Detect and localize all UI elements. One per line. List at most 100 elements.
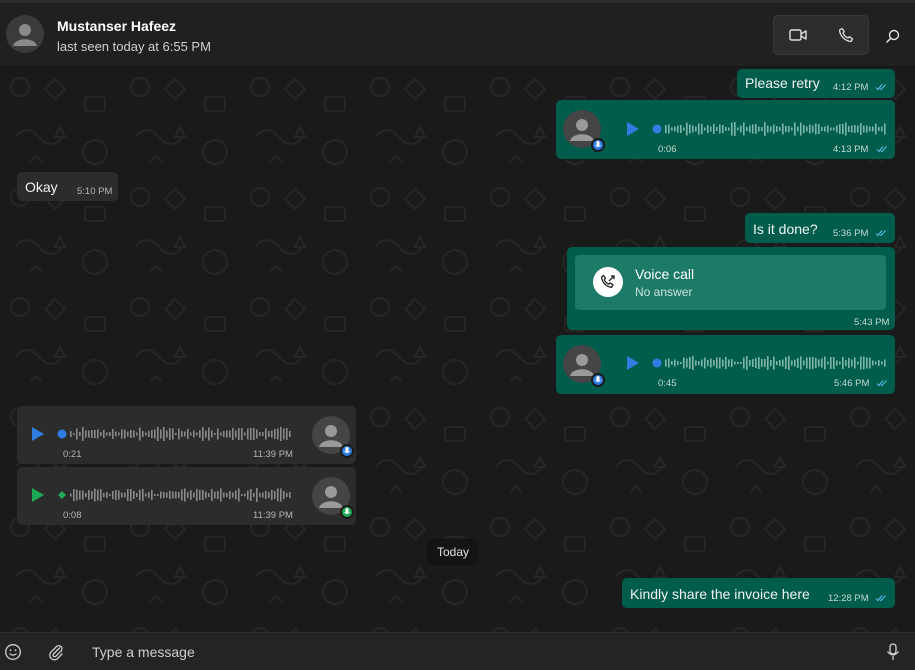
waveform-bar: [262, 432, 264, 436]
waveform-bar: [151, 490, 153, 500]
call-log-message[interactable]: Voice call No answer 5:43 PM: [567, 247, 895, 330]
waveform-bar: [100, 489, 102, 501]
outgoing-message[interactable]: Please retry 4:12 PM: [737, 69, 895, 98]
waveform-bar: [130, 489, 132, 501]
voice-waveform[interactable]: [57, 488, 293, 502]
waveform-bar: [256, 488, 258, 502]
waveform-bar: [875, 361, 877, 365]
play-icon[interactable]: [31, 488, 45, 502]
waveform-bar: [226, 430, 228, 438]
waveform-bar: [229, 491, 231, 499]
playback-head[interactable]: [652, 358, 662, 368]
waveform-bar: [833, 127, 835, 131]
voice-waveform[interactable]: [652, 122, 888, 136]
outgoing-voice-message[interactable]: 0:45 5:46 PM: [556, 335, 895, 394]
outgoing-message[interactable]: Is it done? 5:36 PM: [745, 213, 895, 243]
play-icon[interactable]: [626, 356, 640, 370]
waveform-bar: [91, 491, 93, 499]
sender-avatar: [312, 416, 354, 458]
waveform-bar: [253, 428, 255, 440]
waveform-bar: [800, 356, 802, 370]
waveform-bar: [842, 124, 844, 134]
video-call-button[interactable]: [774, 16, 822, 54]
waveform-bar: [109, 432, 111, 436]
waveform-bar: [665, 125, 667, 133]
waveform-bar: [767, 125, 769, 133]
waveform-bar: [881, 126, 883, 132]
waveform-bar: [250, 489, 252, 501]
waveform-bar: [824, 126, 826, 132]
waveform-bar: [118, 432, 120, 436]
waveform-bar: [722, 359, 724, 367]
search-button[interactable]: [878, 21, 908, 51]
video-call-icon: [789, 29, 807, 41]
waveform-bar: [175, 491, 177, 499]
waveform-bar: [241, 494, 243, 496]
waveform-bar: [283, 428, 285, 440]
waveform-bar: [103, 493, 105, 497]
waveform-bar: [103, 430, 105, 438]
playback-head[interactable]: [58, 491, 66, 499]
waveform-bar: [869, 126, 871, 132]
waveform-bar: [866, 357, 868, 369]
waveform-bar: [668, 124, 670, 134]
voice-call-button[interactable]: [822, 16, 870, 54]
outgoing-voice-message[interactable]: 0:06 4:13 PM: [556, 100, 895, 159]
outgoing-message[interactable]: Kindly share the invoice here 12:28 PM: [622, 578, 895, 608]
waveform-bar: [815, 123, 817, 135]
waveform-bar: [70, 431, 72, 437]
voice-waveform[interactable]: [652, 356, 888, 370]
waveform-bar: [136, 493, 138, 497]
waveform-bar: [277, 488, 279, 502]
sender-avatar: [563, 110, 605, 152]
waveform-bar: [782, 359, 784, 367]
waveform-bar: [232, 492, 234, 498]
message-input[interactable]: [84, 639, 880, 665]
message-time: 11:39 PM: [253, 510, 293, 521]
waveform-bar: [863, 125, 865, 133]
message-list[interactable]: Please retry 4:12 PM 0:06 4:13 PM Okay 5…: [0, 67, 915, 632]
waveform-bar: [229, 430, 231, 438]
voice-waveform[interactable]: [57, 427, 293, 441]
waveform-bar: [701, 359, 703, 367]
waveform-bar: [172, 491, 174, 499]
play-icon[interactable]: [626, 122, 640, 136]
message-time: 5:46 PM: [834, 378, 870, 389]
playback-head[interactable]: [652, 124, 662, 134]
waveform-bar: [187, 429, 189, 439]
waveform-bar: [824, 356, 826, 370]
play-icon[interactable]: [31, 427, 45, 441]
contact-avatar[interactable]: [6, 15, 44, 53]
waveform-bar: [157, 494, 159, 496]
waveform-bar: [166, 492, 168, 498]
incoming-message[interactable]: Okay 5:10 PM: [17, 172, 118, 201]
playback-head[interactable]: [57, 429, 67, 439]
waveform-bar: [800, 122, 802, 136]
waveform-bar: [139, 489, 141, 501]
contact-name[interactable]: Mustanser Hafeez: [57, 18, 176, 34]
waveform-bar: [82, 490, 84, 500]
attach-button[interactable]: [45, 641, 67, 663]
waveform-bar: [178, 428, 180, 440]
waveform-bar: [178, 492, 180, 498]
waveform-bar: [283, 491, 285, 499]
waveform-bar: [142, 489, 144, 501]
emoji-button[interactable]: [2, 641, 24, 663]
incoming-voice-message[interactable]: 0:08 11:39 PM: [17, 467, 356, 525]
waveform-bar: [271, 430, 273, 438]
waveform-bar: [749, 360, 751, 366]
waveform-bar: [73, 489, 75, 501]
voice-record-button[interactable]: [882, 641, 904, 663]
waveform-bar: [169, 428, 171, 440]
waveform-bar: [130, 430, 132, 438]
call-card[interactable]: Voice call No answer: [575, 255, 886, 310]
waveform-bar: [755, 124, 757, 134]
waveform-bar: [812, 125, 814, 133]
waveform-bar: [289, 431, 291, 437]
waveform-bar: [884, 359, 886, 367]
waveform-bar: [163, 427, 165, 441]
waveform-bar: [166, 430, 168, 438]
waveform-bar: [767, 356, 769, 370]
incoming-voice-message[interactable]: 0:21 11:39 PM: [17, 406, 356, 464]
waveform-bar: [265, 428, 267, 440]
